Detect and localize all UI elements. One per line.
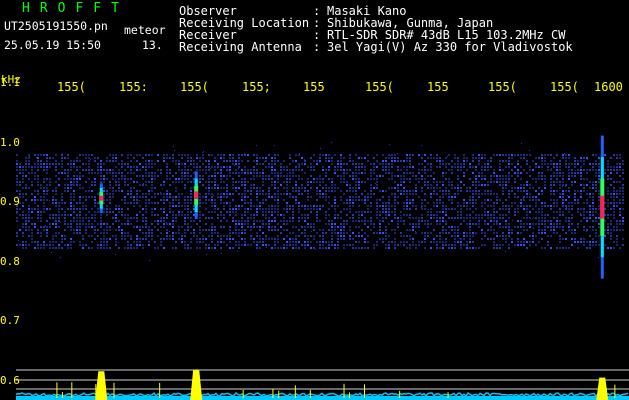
x-tick-label: 155( [57, 80, 86, 94]
x-tick-label: 155 [427, 80, 449, 94]
meteor-echo-2 [194, 171, 199, 220]
y-tick-label: 0.6 [0, 374, 20, 387]
y-tick-label: 1.0 [0, 136, 20, 149]
x-tick-label: 155: [119, 80, 148, 94]
y-tick-label: 1.1 [0, 76, 20, 89]
hrofft-window: HROFFT UT2505191550.pn meteor 25.05.19 1… [0, 0, 629, 400]
noise-floor-line [15, 391, 629, 398]
spectrogram-plot [15, 135, 629, 400]
x-tick-label: 155( [180, 80, 209, 94]
noise-floor-fill [16, 396, 629, 400]
x-tick-label: 155( [365, 80, 394, 94]
x-tick-label: 155; [242, 80, 271, 94]
meteor-count-bar-2 [190, 369, 203, 400]
x-tick-label: 155( [550, 80, 579, 94]
y-tick-label: 0.8 [0, 255, 20, 268]
y-tick-label: 0.9 [0, 195, 20, 208]
meteor-count-bar-1 [95, 371, 108, 400]
x-tick-label: 155( [488, 80, 517, 94]
meteor-echo-3 [600, 135, 605, 279]
meteor-count-bar-3 [596, 377, 609, 400]
x-tick-label: 155 [303, 80, 325, 94]
y-tick-label: 0.7 [0, 314, 20, 327]
meteor-echo-1 [99, 183, 104, 214]
x-tick-label: 1600 [594, 80, 623, 94]
noise-band [16, 142, 624, 261]
